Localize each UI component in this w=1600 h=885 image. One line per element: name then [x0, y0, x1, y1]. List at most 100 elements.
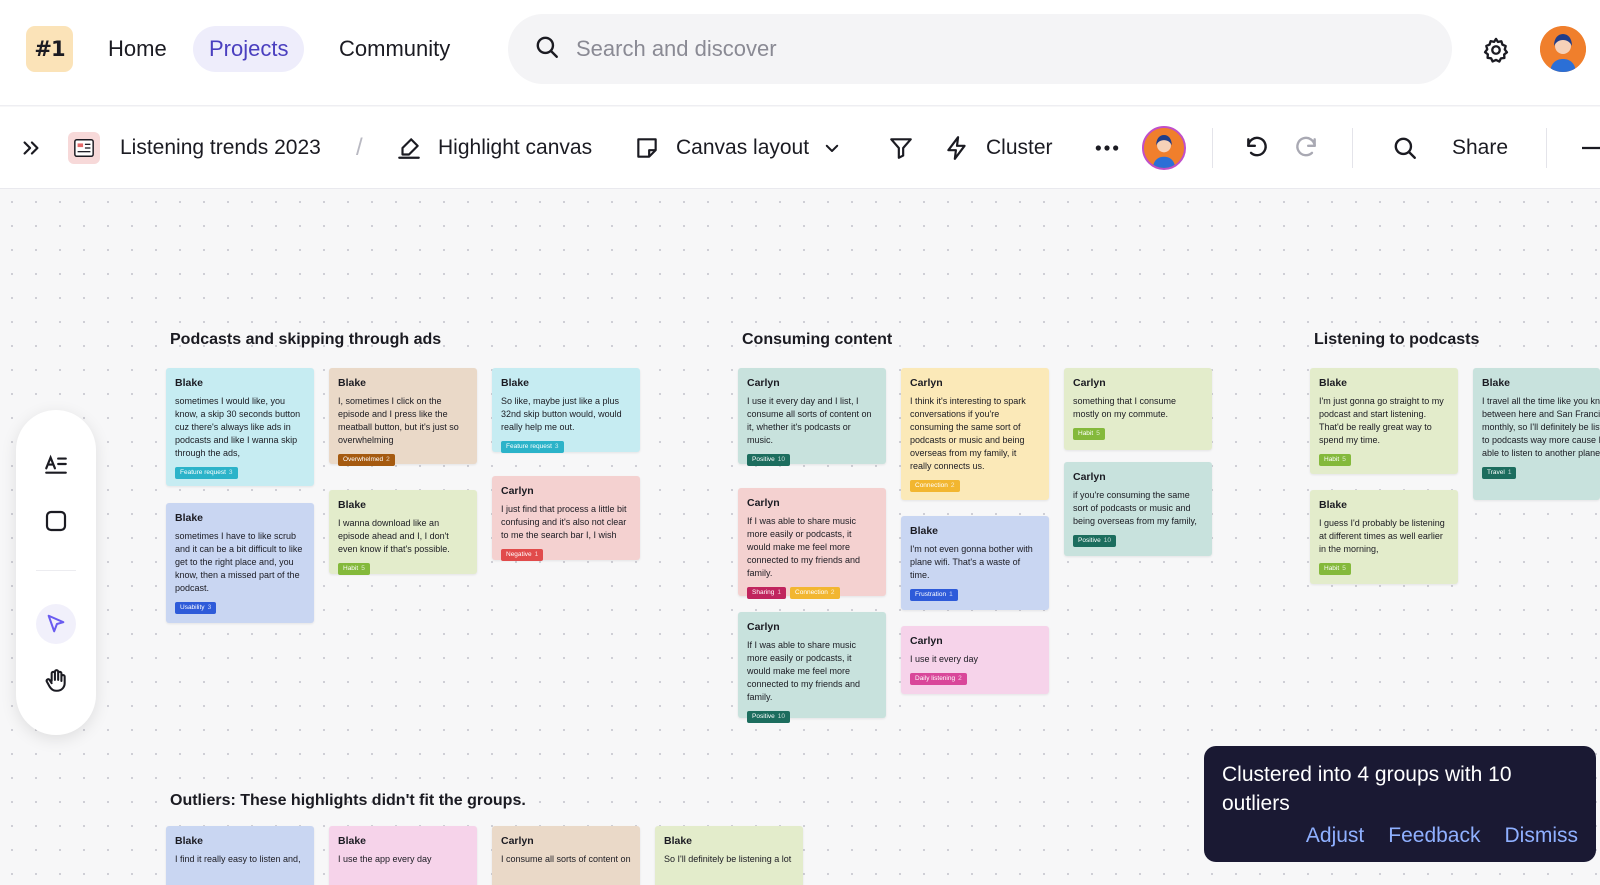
- tag-badge[interactable]: Sharing 1: [747, 587, 787, 599]
- card-author: Carlyn: [501, 485, 534, 497]
- card-text: I find it really easy to listen and,: [175, 854, 301, 864]
- card-text: If I was able to share music more easily…: [747, 640, 861, 702]
- card-text: sometimes I would like, you know, a skip…: [175, 396, 301, 458]
- tag-badge[interactable]: Feature request 3: [175, 467, 238, 479]
- dismiss-link[interactable]: Dismiss: [1505, 824, 1579, 848]
- tag-count: 10: [777, 713, 785, 720]
- tag-badge[interactable]: Feature request 3: [501, 441, 564, 453]
- minus-icon: [1582, 146, 1600, 150]
- more-options-button[interactable]: [1094, 107, 1120, 189]
- text-tool-button[interactable]: [36, 444, 76, 484]
- card-author: Blake: [664, 835, 693, 847]
- cursor-arrow-icon: [47, 614, 65, 633]
- tag-badge[interactable]: Positive 10: [747, 454, 790, 466]
- redo-button[interactable]: [1293, 107, 1319, 189]
- highlight-card[interactable]: Carlyn If I was able to share music more…: [738, 612, 886, 723]
- card-text: If I was able to share music more easily…: [747, 516, 861, 578]
- card-author: Blake: [175, 512, 204, 524]
- tag-badge[interactable]: Habit 5: [1319, 563, 1351, 575]
- tag-badge[interactable]: Positive 10: [1073, 535, 1116, 547]
- cluster-button[interactable]: Cluster: [944, 107, 1053, 189]
- tag-label: Travel: [1487, 469, 1505, 476]
- card-text: I, sometimes I click on the episode and …: [338, 396, 459, 445]
- user-avatar[interactable]: [1540, 26, 1586, 72]
- undo-button[interactable]: [1244, 107, 1270, 189]
- tag-count: 5: [1096, 430, 1100, 437]
- group-title[interactable]: Listening to podcasts: [1314, 331, 1479, 349]
- group-title[interactable]: Consuming content: [742, 331, 892, 349]
- tag-label: Connection: [795, 589, 828, 596]
- outlier-card[interactable]: Blake I use the app every day: [329, 826, 477, 885]
- highlight-card[interactable]: Blake I travel all the time like you kno…: [1473, 368, 1600, 500]
- highlight-card[interactable]: Blake I guess I'd probably be listening …: [1310, 490, 1458, 584]
- canvas-search-button[interactable]: [1392, 107, 1418, 189]
- tag-badge[interactable]: Positive 10: [747, 711, 790, 723]
- highlight-card[interactable]: Blake So like, maybe just like a plus 32…: [492, 368, 640, 453]
- nav-projects[interactable]: Projects: [193, 26, 305, 72]
- card-text: I use it every day: [910, 654, 979, 664]
- card-author: Carlyn: [501, 835, 534, 847]
- feedback-link[interactable]: Feedback: [1388, 824, 1480, 848]
- group-title[interactable]: Podcasts and skipping through ads: [170, 331, 441, 349]
- shape-tool-button[interactable]: [36, 501, 76, 541]
- outlier-card[interactable]: Carlyn I consume all sorts of content on: [492, 826, 640, 885]
- settings-gear-icon[interactable]: [1480, 34, 1512, 66]
- tag-badge[interactable]: Negative 1: [501, 549, 544, 561]
- zoom-out-button[interactable]: [1580, 107, 1600, 189]
- outlier-card[interactable]: Blake I find it really easy to listen an…: [166, 826, 314, 885]
- tag-badge[interactable]: Habit 5: [338, 563, 370, 575]
- tag-label: Daily listening: [915, 675, 956, 682]
- tag-badge[interactable]: Travel 1: [1482, 467, 1517, 479]
- highlight-canvas-breadcrumb[interactable]: Highlight canvas: [396, 107, 592, 189]
- tag-badge[interactable]: Connection 2: [790, 587, 840, 599]
- canvas-layout-label: Canvas layout: [676, 136, 810, 159]
- tag-badge[interactable]: Daily listening 2: [910, 673, 967, 685]
- canvas-layout-dropdown[interactable]: Canvas layout: [634, 107, 841, 189]
- select-tool-button[interactable]: [36, 604, 76, 644]
- project-breadcrumb[interactable]: Listening trends 2023: [68, 107, 321, 189]
- undo-icon: [1247, 136, 1267, 157]
- highlight-card[interactable]: Carlyn I think it's interesting to spark…: [901, 368, 1049, 500]
- outlier-card[interactable]: Blake So I'll definitely be listening a …: [655, 826, 803, 885]
- expand-sidebar-button[interactable]: [20, 107, 42, 189]
- tag-badge[interactable]: Habit 5: [1319, 454, 1351, 466]
- search-icon: [534, 34, 560, 65]
- nav-home[interactable]: Home: [92, 26, 183, 72]
- card-author: Blake: [1319, 499, 1348, 511]
- highlight-card[interactable]: Carlyn if you're consuming the same sort…: [1064, 462, 1212, 556]
- user-avatar-illustration: [1540, 26, 1586, 72]
- share-button[interactable]: Share: [1452, 107, 1508, 189]
- nav-community[interactable]: Community: [323, 26, 466, 72]
- search-bar[interactable]: [508, 14, 1452, 84]
- highlight-card[interactable]: Blake I'm not even gonna bother with pla…: [901, 516, 1049, 610]
- tag-badge[interactable]: Overwhelmed 2: [338, 454, 395, 466]
- highlight-card[interactable]: Carlyn something that I consume mostly o…: [1064, 368, 1212, 450]
- tag-badge[interactable]: Connection 2: [910, 480, 960, 492]
- highlight-card[interactable]: Blake I, sometimes I click on the episod…: [329, 368, 477, 466]
- square-icon: [45, 510, 67, 532]
- highlight-card[interactable]: Carlyn I use it every day and I list, I …: [738, 368, 886, 466]
- tag-label: Habit: [1078, 430, 1094, 437]
- search-input[interactable]: [576, 36, 1376, 62]
- toolbar-divider: [1212, 128, 1213, 168]
- highlight-card[interactable]: Carlyn If I was able to share music more…: [738, 488, 886, 599]
- tag-label: Feature request: [180, 469, 226, 476]
- collaborator-avatar[interactable]: [1142, 126, 1186, 170]
- tag-badge[interactable]: Usability 3: [175, 602, 217, 614]
- hand-icon: [45, 669, 66, 692]
- tag-badge[interactable]: Habit 5: [1073, 428, 1105, 440]
- project-title: Listening trends 2023: [120, 136, 321, 159]
- highlight-card[interactable]: Carlyn I use it every day Daily listenin…: [901, 626, 1049, 694]
- card-author: Carlyn: [910, 635, 943, 647]
- adjust-link[interactable]: Adjust: [1306, 824, 1364, 848]
- pan-tool-button[interactable]: [36, 661, 76, 701]
- app-logo[interactable]: #1: [26, 26, 73, 72]
- highlight-card[interactable]: Blake I wanna download like an episode a…: [329, 490, 477, 575]
- highlight-card[interactable]: Blake sometimes I have to like scrub and…: [166, 503, 314, 623]
- highlight-card[interactable]: Blake sometimes I would like, you know, …: [166, 368, 314, 486]
- tag-label: Overwhelmed: [343, 456, 384, 463]
- highlight-card[interactable]: Carlyn I just find that process a little…: [492, 476, 640, 561]
- highlight-card[interactable]: Blake I'm just gonna go straight to my p…: [1310, 368, 1458, 474]
- tag-badge[interactable]: Frustration 1: [910, 589, 958, 601]
- filter-button[interactable]: [888, 107, 914, 189]
